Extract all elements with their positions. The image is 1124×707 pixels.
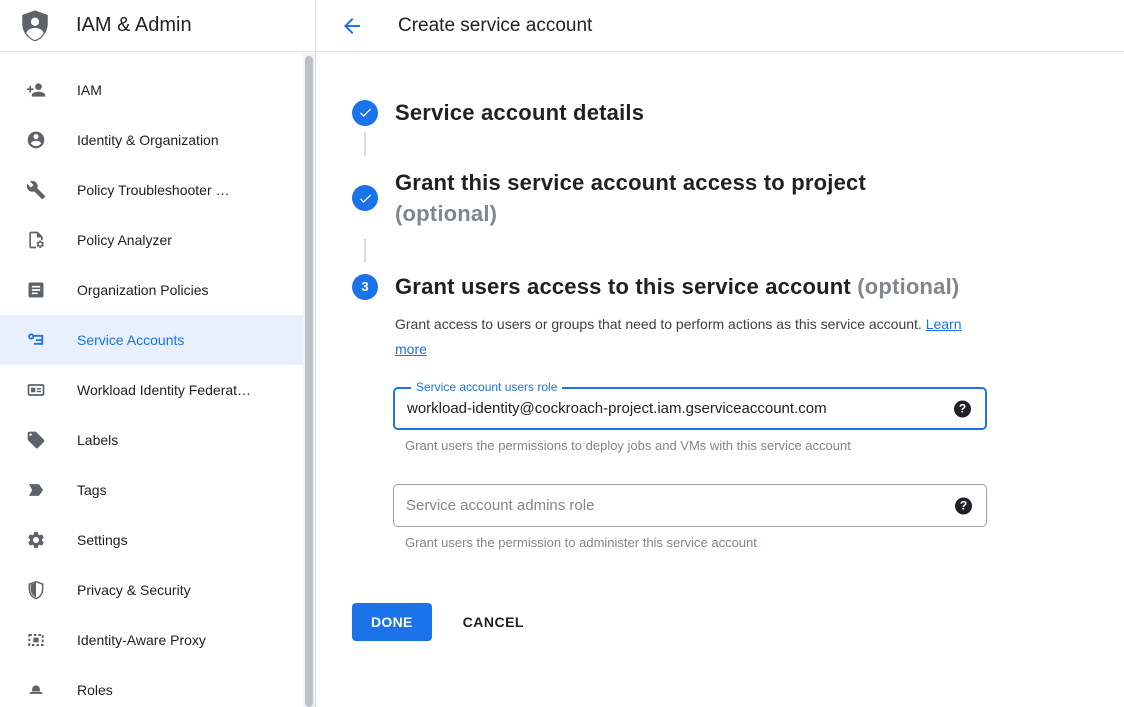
step-connector xyxy=(364,132,366,156)
tag-icon xyxy=(26,430,46,450)
wizard-step-3[interactable]: 3 Grant users access to this service acc… xyxy=(352,271,959,302)
product-title: IAM & Admin xyxy=(76,14,192,37)
wizard-step-1[interactable]: Service account details xyxy=(352,97,644,128)
sidebar-item-label: Identity & Organization xyxy=(77,132,219,148)
help-icon[interactable]: ? xyxy=(954,400,971,417)
sidebar-item-label: Policy Troubleshooter … xyxy=(77,182,230,198)
page-header: Create service account xyxy=(317,0,1124,52)
sidebar-item-identity-organization[interactable]: Identity & Organization xyxy=(0,115,303,165)
sidebar-item-label: Identity-Aware Proxy xyxy=(77,632,206,648)
wizard-actions: DONE CANCEL xyxy=(352,603,524,641)
sidebar-item-label: Organization Policies xyxy=(77,282,209,298)
sidebar-item-workload-identity-federation[interactable]: Workload Identity Federat… xyxy=(0,365,303,415)
done-button[interactable]: DONE xyxy=(352,603,432,641)
sidebar-item-roles[interactable]: Roles xyxy=(0,665,303,707)
sidebar-item-label: Workload Identity Federat… xyxy=(77,382,251,398)
sidebar-nav: IAM Identity & Organization Policy Troub… xyxy=(0,53,303,707)
wizard-step-2[interactable]: Grant this service account access to pro… xyxy=(352,167,915,229)
sidebar-item-organization-policies[interactable]: Organization Policies xyxy=(0,265,303,315)
article-icon xyxy=(26,280,46,300)
sidebar-item-policy-analyzer[interactable]: Policy Analyzer xyxy=(0,215,303,265)
sidebar-item-service-accounts[interactable]: Service Accounts xyxy=(0,315,303,365)
sidebar-header: IAM & Admin xyxy=(0,0,315,52)
sidebar-item-iam[interactable]: IAM xyxy=(0,65,303,115)
sidebar-scrollbar-thumb[interactable] xyxy=(305,56,313,707)
field-helper-text: Grant users the permissions to deploy jo… xyxy=(405,438,851,453)
sidebar-item-label: Settings xyxy=(77,532,128,548)
step-1-title: Service account details xyxy=(395,97,644,128)
field-helper-text: Grant users the permission to administer… xyxy=(405,535,757,550)
sidebar-item-label: Labels xyxy=(77,432,118,448)
help-icon[interactable]: ? xyxy=(955,497,972,514)
back-arrow-icon[interactable] xyxy=(340,14,364,38)
sidebar-item-policy-troubleshooter[interactable]: Policy Troubleshooter … xyxy=(0,165,303,215)
sidebar-item-privacy-security[interactable]: Privacy & Security xyxy=(0,565,303,615)
service-account-key-icon xyxy=(26,330,46,350)
wrench-icon xyxy=(26,180,46,200)
sidebar-scrollbar-track[interactable] xyxy=(303,53,315,707)
step-connector xyxy=(364,239,366,263)
sidebar: IAM & Admin IAM Identity & Organization xyxy=(0,0,316,707)
service-account-users-role-input[interactable] xyxy=(395,389,929,428)
gear-icon xyxy=(26,530,46,550)
sidebar-item-identity-aware-proxy[interactable]: Identity-Aware Proxy xyxy=(0,615,303,665)
person-add-icon xyxy=(26,80,46,100)
sidebar-item-settings[interactable]: Settings xyxy=(0,515,303,565)
step-completed-check-icon xyxy=(352,185,378,211)
label-arrow-icon xyxy=(26,480,46,500)
sidebar-item-label: Privacy & Security xyxy=(77,582,191,598)
step-3-optional-label: (optional) xyxy=(857,274,959,299)
step-3-description: Grant access to users or groups that nee… xyxy=(395,312,970,362)
document-gear-icon xyxy=(26,230,46,250)
service-account-admins-role-field: ? xyxy=(393,484,987,527)
service-account-admins-role-input[interactable] xyxy=(394,485,930,526)
identity-icon xyxy=(26,130,46,150)
page-title: Create service account xyxy=(398,15,592,37)
half-shield-icon xyxy=(26,580,46,600)
proxy-icon xyxy=(26,630,46,650)
iam-admin-shield-icon xyxy=(18,9,52,43)
sidebar-item-tags[interactable]: Tags xyxy=(0,465,303,515)
hat-icon xyxy=(26,680,46,700)
sidebar-item-label: Service Accounts xyxy=(77,332,184,348)
field-floating-label: Service account users role xyxy=(411,380,562,394)
sidebar-item-label: Policy Analyzer xyxy=(77,232,172,248)
main-panel: Create service account Service account d… xyxy=(317,0,1124,707)
step-3-number-badge: 3 xyxy=(352,274,378,300)
step-2-title: Grant this service account access to pro… xyxy=(395,170,866,195)
step-2-optional-label: (optional) xyxy=(395,198,915,229)
badge-card-icon xyxy=(26,380,46,400)
sidebar-item-labels[interactable]: Labels xyxy=(0,415,303,465)
step-3-title: Grant users access to this service accou… xyxy=(395,274,851,299)
service-account-users-role-field: Service account users role ? xyxy=(393,387,987,430)
gcp-console: IAM & Admin IAM Identity & Organization xyxy=(0,0,1124,707)
step-completed-check-icon xyxy=(352,100,378,126)
sidebar-item-label: IAM xyxy=(77,82,102,98)
sidebar-item-label: Roles xyxy=(77,682,113,698)
sidebar-item-label: Tags xyxy=(77,482,107,498)
cancel-button[interactable]: CANCEL xyxy=(463,614,524,630)
